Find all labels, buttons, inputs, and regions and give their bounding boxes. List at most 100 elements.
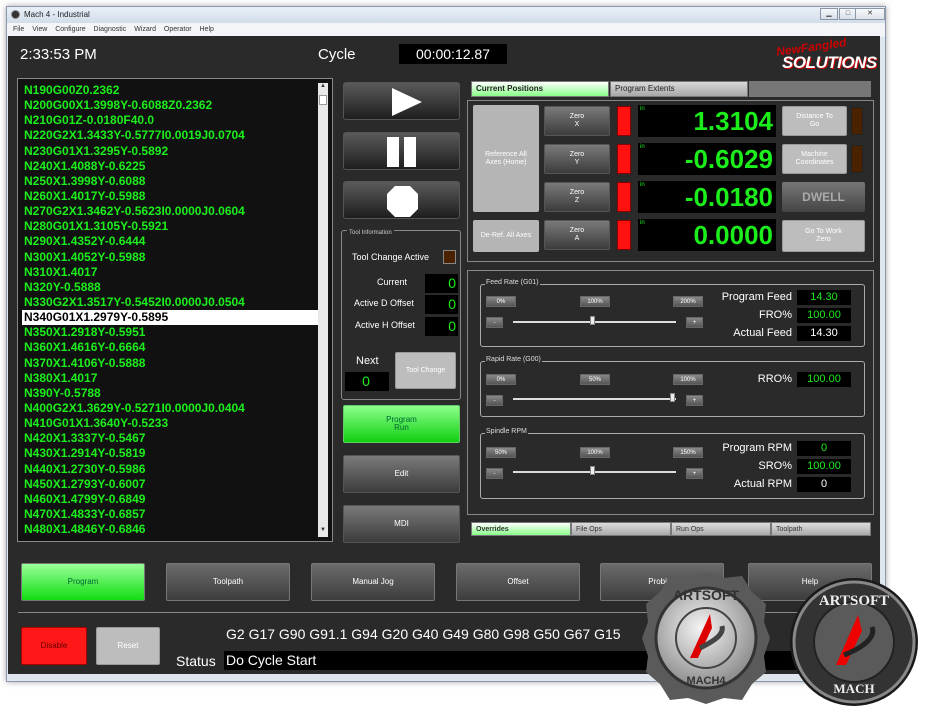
cycle-stop-button[interactable] bbox=[343, 181, 460, 219]
gcode-line[interactable]: N330G2X1.3517Y-0.5452I0.0000J0.0504 bbox=[22, 295, 318, 310]
feed-0-button[interactable]: 0% bbox=[486, 296, 516, 307]
gcode-line[interactable]: N360X1.4616Y-0.6664 bbox=[22, 340, 318, 355]
d-offset-label: Active D Offset bbox=[354, 298, 414, 308]
menu-help[interactable]: Help bbox=[200, 26, 214, 33]
tab-program-extents[interactable]: Program Extents bbox=[610, 81, 748, 97]
menu-diagnostic[interactable]: Diagnostic bbox=[94, 26, 127, 33]
disable-button[interactable]: Disable bbox=[21, 627, 87, 665]
gcode-line[interactable]: N260X1.4017Y-0.5988 bbox=[22, 189, 318, 204]
rapid-50-button[interactable]: 50% bbox=[580, 374, 610, 385]
spindle-slider-knob[interactable] bbox=[590, 466, 595, 475]
menu-configure[interactable]: Configure bbox=[55, 26, 85, 33]
z-axis-led bbox=[617, 182, 631, 212]
feed-slider-knob[interactable] bbox=[590, 316, 595, 325]
spindle-100-button[interactable]: 100% bbox=[580, 447, 610, 458]
gcode-line[interactable]: N460X1.4799Y-0.6849 bbox=[22, 492, 318, 507]
menu-file[interactable]: File bbox=[13, 26, 24, 33]
gcode-display[interactable]: N190G00Z0.2362 N200G00X1.3998Y-0.6088Z0.2… bbox=[17, 78, 333, 542]
gcode-line-current[interactable]: N340G01X1.2979Y-0.5895 bbox=[22, 310, 318, 326]
nav-program-button[interactable]: Program bbox=[21, 563, 145, 601]
nav-toolpath-button[interactable]: Toolpath bbox=[166, 563, 290, 601]
gcode-line[interactable]: N240X1.4088Y-0.6225 bbox=[22, 159, 318, 174]
z-axis-dro[interactable]: in -0.0180 bbox=[638, 181, 776, 213]
go-to-work-zero-button[interactable]: Go To Work Zero bbox=[782, 220, 865, 252]
x-axis-dro[interactable]: in 1.3104 bbox=[638, 105, 776, 137]
mdi-button[interactable]: MDI bbox=[343, 505, 460, 543]
rapid-slider-track[interactable] bbox=[513, 398, 676, 400]
deref-all-axes-button[interactable]: De-Ref. All Axes bbox=[473, 220, 539, 252]
rapid-0-button[interactable]: 0% bbox=[486, 374, 516, 385]
program-run-button[interactable]: Program Run bbox=[343, 405, 460, 443]
spindle-minus-button[interactable]: - bbox=[486, 468, 503, 479]
gcode-line[interactable]: N370X1.4106Y-0.5888 bbox=[22, 356, 318, 371]
menu-operator[interactable]: Operator bbox=[164, 26, 192, 33]
machine-coordinates-button[interactable]: Machine Coordinates bbox=[782, 144, 847, 174]
menu-wizard[interactable]: Wizard bbox=[134, 26, 156, 33]
zero-a-button[interactable]: Zero A bbox=[544, 220, 610, 250]
gcode-line[interactable]: N430X1.2914Y-0.5819 bbox=[22, 446, 318, 461]
app-icon bbox=[11, 10, 20, 19]
gcode-line[interactable]: N190G00Z0.2362 bbox=[22, 83, 318, 98]
gcode-line[interactable]: N310X1.4017 bbox=[22, 265, 318, 280]
rapid-slider-knob[interactable] bbox=[670, 393, 675, 402]
scroll-down-icon[interactable]: ▼ bbox=[318, 527, 328, 537]
menu-view[interactable]: View bbox=[32, 26, 47, 33]
tab-overrides[interactable]: Overrides bbox=[471, 522, 571, 536]
reset-button[interactable]: Reset bbox=[96, 627, 160, 665]
scroll-thumb[interactable] bbox=[319, 95, 327, 105]
minimize-button[interactable]: ▁ bbox=[820, 8, 838, 20]
a-axis-dro[interactable]: in 0.0000 bbox=[638, 219, 776, 251]
gcode-scrollbar[interactable]: ▲ ▼ bbox=[318, 83, 328, 537]
feed-hold-button[interactable] bbox=[343, 132, 460, 170]
gcode-line[interactable]: N270G2X1.3462Y-0.5623I0.0000J0.0604 bbox=[22, 204, 318, 219]
gcode-line[interactable]: N440X1.2730Y-0.5986 bbox=[22, 462, 318, 477]
gcode-line[interactable]: N250X1.3998Y-0.6088 bbox=[22, 174, 318, 189]
scroll-up-icon[interactable]: ▲ bbox=[318, 83, 328, 93]
tab-current-positions[interactable]: Current Positions bbox=[471, 81, 609, 97]
tab-file-ops[interactable]: File Ops bbox=[571, 522, 671, 536]
spindle-50-button[interactable]: 50% bbox=[486, 447, 516, 458]
badge2-bottom-text: MACH bbox=[833, 681, 874, 696]
zero-y-button[interactable]: Zero Y bbox=[544, 144, 610, 174]
gcode-line[interactable]: N320Y-0.5888 bbox=[22, 280, 318, 295]
gcode-line[interactable]: N390Y-0.5788 bbox=[22, 386, 318, 401]
feed-100-button[interactable]: 100% bbox=[580, 296, 610, 307]
tab-empty bbox=[749, 81, 871, 97]
gcode-line[interactable]: N210G01Z-0.0180F40.0 bbox=[22, 113, 318, 128]
tab-toolpath[interactable]: Toolpath bbox=[771, 522, 871, 536]
nav-offset-button[interactable]: Offset bbox=[456, 563, 580, 601]
distance-to-go-button[interactable]: Distance To Go bbox=[782, 106, 847, 136]
reference-all-axes-button[interactable]: Reference All Axes (Home) bbox=[473, 105, 539, 212]
rapid-minus-button[interactable]: - bbox=[486, 395, 503, 406]
gcode-line[interactable]: N230G01X1.3295Y-0.5892 bbox=[22, 144, 318, 159]
zero-x-button[interactable]: Zero X bbox=[544, 106, 610, 136]
gcode-line[interactable]: N450X1.2793Y-0.6007 bbox=[22, 477, 318, 492]
rapid-plus-button[interactable]: + bbox=[686, 395, 703, 406]
gcode-line[interactable]: N420X1.3337Y-0.5467 bbox=[22, 431, 318, 446]
edit-button[interactable]: Edit bbox=[343, 455, 460, 493]
feed-minus-button[interactable]: - bbox=[486, 317, 503, 328]
gcode-line[interactable]: N480X1.4846Y-0.6846 bbox=[22, 522, 318, 537]
gcode-line[interactable]: N410G01X1.3640Y-0.5233 bbox=[22, 416, 318, 431]
gcode-line[interactable]: N300X1.4052Y-0.5988 bbox=[22, 250, 318, 265]
gcode-line[interactable]: N380X1.4017 bbox=[22, 371, 318, 386]
cycle-start-button[interactable] bbox=[343, 82, 460, 120]
gcode-line[interactable]: N470X1.4833Y-0.6857 bbox=[22, 507, 318, 522]
spindle-150-button[interactable]: 150% bbox=[673, 447, 703, 458]
rapid-100-button[interactable]: 100% bbox=[673, 374, 703, 385]
gcode-line[interactable]: N290X1.4352Y-0.6444 bbox=[22, 234, 318, 249]
y-axis-dro[interactable]: in -0.6029 bbox=[638, 143, 776, 175]
gcode-line[interactable]: N220G2X1.3433Y-0.5777I0.0019J0.0704 bbox=[22, 128, 318, 143]
feed-200-button[interactable]: 200% bbox=[673, 296, 703, 307]
close-button[interactable]: ✕ bbox=[855, 8, 885, 20]
gcode-line[interactable]: N350X1.2918Y-0.5951 bbox=[22, 325, 318, 340]
gcode-line[interactable]: N280G01X1.3105Y-0.5921 bbox=[22, 219, 318, 234]
gcode-line[interactable]: N200G00X1.3998Y-0.6088Z0.2362 bbox=[22, 98, 318, 113]
tool-change-button[interactable]: Tool Change bbox=[395, 352, 456, 389]
artsoft-mach4-badge: ARTSOFT MACH4 bbox=[642, 572, 770, 704]
clock: 2:33:53 PM bbox=[20, 46, 97, 63]
gcode-line[interactable]: N400G2X1.3629Y-0.5271I0.0000J0.0404 bbox=[22, 401, 318, 416]
zero-z-button[interactable]: Zero Z bbox=[544, 182, 610, 212]
tab-run-ops[interactable]: Run Ops bbox=[671, 522, 771, 536]
nav-manual-jog-button[interactable]: Manual Jog bbox=[311, 563, 435, 601]
